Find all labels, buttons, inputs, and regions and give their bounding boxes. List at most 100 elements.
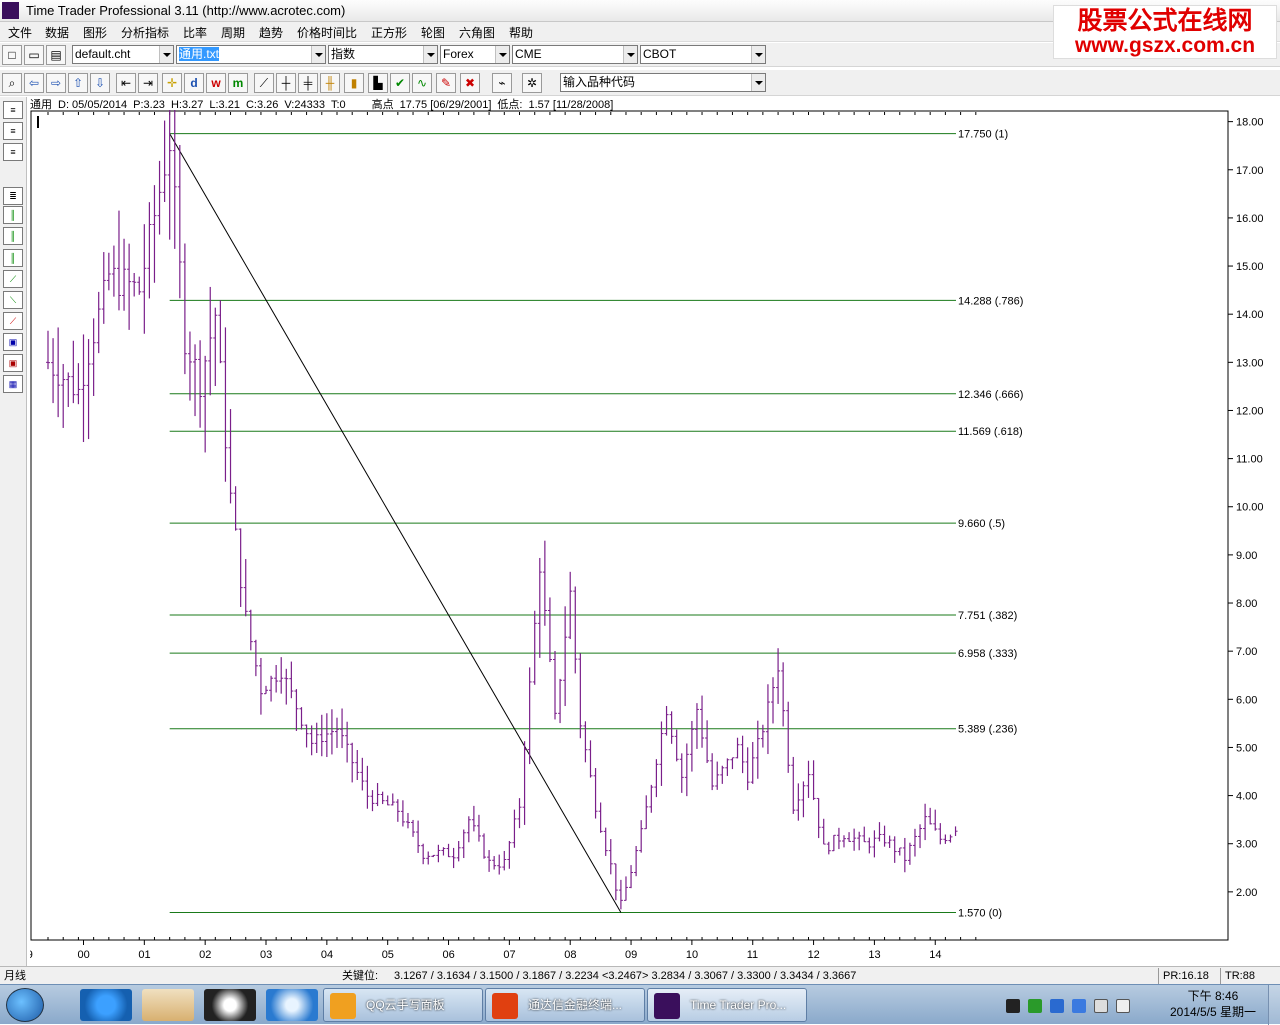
menu-hexagon[interactable]: 六角图: [459, 24, 495, 41]
task-tt-label: Time Trader Pro...: [690, 998, 787, 1012]
arrow-right-icon[interactable]: ⇨: [46, 73, 66, 93]
bars-icon[interactable]: ║: [3, 206, 23, 224]
erase-icon[interactable]: ✖: [460, 73, 480, 93]
crosshair-icon[interactable]: ✛: [162, 73, 182, 93]
pencil-icon[interactable]: ✎: [436, 73, 456, 93]
y-tick-label: 8.00: [1236, 598, 1257, 610]
task-qq-label: QQ云手写面板: [366, 998, 445, 1012]
ohlc-icon[interactable]: ╪: [298, 73, 318, 93]
ie-icon[interactable]: [80, 989, 132, 1021]
data-file-select[interactable]: 通用.txt: [176, 45, 326, 64]
watermark-banner: 股票公式在线网 www.gszx.com.cn: [1053, 5, 1277, 59]
settings-icon[interactable]: ✲: [522, 73, 542, 93]
fib-level-label: 5.389 (.236): [958, 724, 1017, 736]
task-qq-handwriting[interactable]: QQ云手写面板: [323, 988, 483, 1022]
index-select[interactable]: 指数: [328, 45, 438, 64]
time-trader-icon: [654, 993, 680, 1019]
y-tick-label: 2.00: [1236, 887, 1257, 899]
qq-icon[interactable]: [204, 989, 256, 1021]
box-icon[interactable]: ▣: [3, 333, 23, 351]
menu-graph[interactable]: 图形: [83, 24, 107, 41]
fib-extension-icon[interactable]: ≡: [3, 122, 23, 140]
menu-wheel[interactable]: 轮图: [421, 24, 445, 41]
forex-select[interactable]: Forex: [440, 45, 510, 64]
line-chart-icon[interactable]: ⟋: [254, 73, 274, 93]
start-button[interactable]: [6, 988, 44, 1022]
fib-level-label: 17.750 (1): [958, 129, 1008, 141]
clock[interactable]: 下午 8:46 2014/5/5 星期一: [1158, 988, 1268, 1020]
chevron-down-icon[interactable]: [423, 46, 437, 63]
left-toolbox: ≡ ≡ ≡ ≣ ║ ║ ║ ⟋ ⟍ ⟋ ▣ ▣ ▦: [0, 97, 27, 967]
chevron-down-icon[interactable]: [159, 46, 173, 63]
step-back-icon[interactable]: ⇤: [116, 73, 136, 93]
security-tray-icon[interactable]: [1072, 999, 1086, 1013]
paint-icon[interactable]: [142, 989, 194, 1021]
arrow-up-icon[interactable]: ⇧: [68, 73, 88, 93]
status-tr: TR:88: [1220, 968, 1255, 984]
fib-retracement-icon[interactable]: ≡: [3, 101, 23, 119]
wave-icon[interactable]: ∿: [412, 73, 432, 93]
browser-tray-icon[interactable]: [1028, 999, 1042, 1013]
task-tdx[interactable]: 通达信金融终端...: [485, 988, 645, 1022]
volume-icon[interactable]: ▮: [344, 73, 364, 93]
menu-ratio[interactable]: 比率: [183, 24, 207, 41]
bar-chart-icon[interactable]: ┼: [276, 73, 296, 93]
chevron-down-icon[interactable]: [751, 74, 765, 91]
x-tick-label: 08: [564, 949, 576, 961]
gann-levels-icon[interactable]: ≣: [3, 187, 23, 205]
bars-compare-icon[interactable]: ║: [3, 249, 23, 267]
shield-tray-icon[interactable]: [1050, 999, 1064, 1013]
show-desktop-button[interactable]: [1268, 985, 1280, 1025]
fib-level-label: 7.751 (.382): [958, 610, 1017, 622]
y-tick-label: 10.00: [1236, 502, 1264, 514]
new-file-icon[interactable]: □: [2, 45, 22, 65]
browser-icon[interactable]: [266, 989, 318, 1021]
fib-levels-icon[interactable]: ≡: [3, 143, 23, 161]
daily-icon[interactable]: d: [184, 73, 204, 93]
menu-period[interactable]: 周期: [221, 24, 245, 41]
trend-up-icon[interactable]: ✔: [390, 73, 410, 93]
symbol-input[interactable]: 输入品种代码: [560, 73, 766, 92]
chevron-down-icon[interactable]: [751, 46, 765, 63]
print-icon[interactable]: ▤: [46, 45, 66, 65]
arrow-down-icon[interactable]: ⇩: [90, 73, 110, 93]
fan-icon[interactable]: ⟋: [3, 270, 23, 288]
cme-select[interactable]: CME: [512, 45, 638, 64]
arrow-left-icon[interactable]: ⇦: [24, 73, 44, 93]
open-folder-icon[interactable]: ▭: [24, 45, 44, 65]
menu-help[interactable]: 帮助: [509, 24, 533, 41]
step-forward-icon[interactable]: ⇥: [138, 73, 158, 93]
weekly-icon[interactable]: w: [206, 73, 226, 93]
volume-icon[interactable]: [1116, 999, 1130, 1013]
menu-data[interactable]: 数据: [45, 24, 69, 41]
brush-icon[interactable]: ⌁: [492, 73, 512, 93]
candle-icon[interactable]: ╫: [320, 73, 340, 93]
network-icon[interactable]: [1094, 999, 1108, 1013]
menu-square[interactable]: 正方形: [371, 24, 407, 41]
chevron-down-icon[interactable]: [311, 46, 325, 63]
x-tick-label: 13: [868, 949, 880, 961]
task-time-trader[interactable]: Time Trader Pro...: [647, 988, 807, 1022]
angle-icon[interactable]: ⟍: [3, 291, 23, 309]
menu-indicators[interactable]: 分析指标: [121, 24, 169, 41]
monthly-icon[interactable]: m: [228, 73, 248, 93]
qq-tray-icon[interactable]: [1006, 999, 1020, 1013]
histogram-icon[interactable]: ▙: [368, 73, 388, 93]
menu-trend[interactable]: 趋势: [259, 24, 283, 41]
window-title: Time Trader Professional 3.11 (http://ww…: [26, 3, 346, 18]
menu-price-time[interactable]: 价格时间比: [297, 24, 357, 41]
chevron-down-icon[interactable]: [495, 46, 509, 63]
chart-file-value: default.cht: [75, 47, 131, 61]
menu-file[interactable]: 文件: [8, 24, 32, 41]
cbot-select[interactable]: CBOT: [640, 45, 766, 64]
ray-icon[interactable]: ⟋: [3, 312, 23, 330]
square-icon[interactable]: ▣: [3, 354, 23, 372]
bars-alt-icon[interactable]: ║: [3, 227, 23, 245]
price-chart-svg[interactable]: 18.00 17.00 16.00 15.00 14.00 13.00 12.00 11.00…: [21, 83, 1280, 968]
grid-icon[interactable]: ▦: [3, 375, 23, 393]
chevron-down-icon[interactable]: [623, 46, 637, 63]
chart-file-select[interactable]: default.cht: [72, 45, 174, 64]
system-tray: [1000, 989, 1160, 1021]
zoom-page-icon[interactable]: ⌕: [2, 73, 22, 93]
price-chart[interactable]: 18.00 17.00 16.00 15.00 14.00 13.00 12.00 11.00…: [21, 83, 1280, 968]
